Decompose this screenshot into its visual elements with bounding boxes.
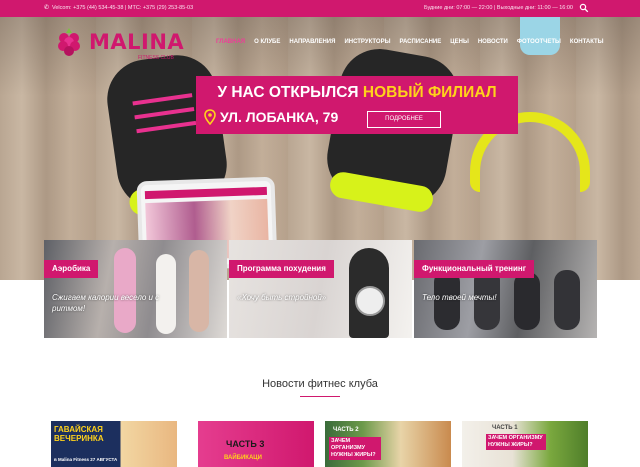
news-item-part2[interactable]: ЧАСТЬ 2 ЗАЧЕМ ОРГАНИЗМУ НУЖНЫ ЖИРЫ? — [325, 421, 451, 467]
nav-item-schedule[interactable]: РАСПИСАНИЕ — [399, 39, 441, 45]
top-contact-bar: ✆ Velcom: +375 (44) 534-45-38 | МТС: +37… — [0, 0, 640, 17]
card-title: Программа похудения — [229, 260, 334, 278]
card-title: Аэробика — [44, 260, 99, 278]
card-aerobics[interactable]: Аэробика Сжигаем калории весело и с ритм… — [44, 240, 227, 338]
main-navigation: ГЛАВНАЯ О КЛУБЕ НАПРАВЛЕНИЯ ИНСТРУКТОРЫ … — [216, 39, 604, 45]
phone-icon: ✆ — [44, 5, 50, 11]
logo-tagline: FITNESS CLUB — [138, 55, 174, 61]
nav-item-home[interactable]: ГЛАВНАЯ — [216, 39, 245, 45]
card-weight-loss[interactable]: Программа похудения «Хочу быть стройной» — [229, 240, 412, 338]
news-caption: ГАВАЙСКАЯ ВЕЧЕРИНКА — [54, 425, 104, 443]
news-item-part1[interactable]: ЧАСТЬ 1 ЗАЧЕМ ОРГАНИЗМУ НУЖНЫ ЖИРЫ? — [462, 421, 588, 467]
card-functional-training[interactable]: Функциональный тренинг Тело твоей мечты! — [414, 240, 597, 338]
news-item-hawaiian-party[interactable]: ГАВАЙСКАЯ ВЕЧЕРИНКА в Malina Fitness 27 … — [51, 421, 177, 467]
nav-item-contacts[interactable]: КОНТАКТЫ — [570, 39, 604, 45]
promo-headline-text: У НАС ОТКРЫЛСЯ — [217, 84, 359, 101]
news-subcaption: ЗАЧЕМ ОРГАНИЗМУ НУЖНЫ ЖИРЫ? — [329, 437, 381, 460]
promo-banner: У НАС ОТКРЫЛСЯ НОВЫЙ ФИЛИАЛ УЛ. ЛОБАНКА,… — [196, 76, 518, 134]
card-description: Тело твоей мечты! — [422, 293, 497, 302]
news-subcaption: в Malina Fitness 27 АВГУСТА — [54, 457, 118, 462]
news-subcaption: ЗАЧЕМ ОРГАНИЗМУ НУЖНЫ ЖИРЫ? — [486, 434, 546, 450]
nav-item-about[interactable]: О КЛУБЕ — [254, 39, 280, 45]
search-icon[interactable] — [579, 3, 589, 13]
news-caption: ЧАСТЬ 3 — [226, 439, 265, 449]
promo-headline: У НАС ОТКРЫЛСЯ НОВЫЙ ФИЛИАЛ — [196, 84, 518, 102]
promo-address: УЛ. ЛОБАНКА, 79 — [220, 109, 339, 125]
nav-item-instructors[interactable]: ИНСТРУКТОРЫ — [344, 39, 390, 45]
nav-item-prices[interactable]: ЦЕНЫ — [450, 39, 469, 45]
nav-item-directions[interactable]: НАПРАВЛЕНИЯ — [289, 39, 335, 45]
nav-item-photos[interactable]: ФОТООТЧЕТЫ — [517, 39, 561, 45]
card-description: Сжигаем калории весело и с ритмом! — [52, 293, 160, 313]
news-list: ГАВАЙСКАЯ ВЕЧЕРИНКА в Malina Fitness 27 … — [51, 421, 591, 467]
nav-item-news[interactable]: НОВОСТИ — [478, 39, 508, 45]
service-cards: Аэробика Сжигаем калории весело и с ритм… — [44, 240, 597, 338]
news-caption: ЧАСТЬ 1 — [492, 425, 518, 431]
water-bottle-image — [520, 17, 560, 55]
news-section-title: Новости фитнес клуба — [262, 378, 378, 390]
promo-headline-highlight: НОВЫЙ ФИЛИАЛ — [362, 84, 497, 101]
working-hours: Будние дни: 07:00 — 22:00 | Выходные дни… — [424, 5, 573, 11]
news-item-part3[interactable]: ЧАСТЬ 3 ВАЙБИКАЦИ — [188, 421, 314, 467]
news-caption: ЧАСТЬ 2 — [333, 427, 359, 433]
promo-more-button[interactable]: ПОДРОБНЕЕ — [367, 111, 441, 128]
site-logo[interactable]: MALINA FITNESS CLUB — [54, 26, 184, 61]
card-description: «Хочу быть стройной» — [237, 293, 327, 302]
logo-name: MALINA — [89, 30, 185, 54]
raspberry-logo-icon — [58, 28, 80, 56]
news-title-underline — [300, 396, 340, 397]
phone-numbers[interactable]: Velcom: +375 (44) 534-45-38 | МТС: +375 … — [52, 5, 193, 11]
location-pin-icon — [204, 109, 216, 125]
card-title: Функциональный тренинг — [414, 260, 535, 278]
news-subcaption: ВАЙБИКАЦИ — [224, 455, 262, 461]
